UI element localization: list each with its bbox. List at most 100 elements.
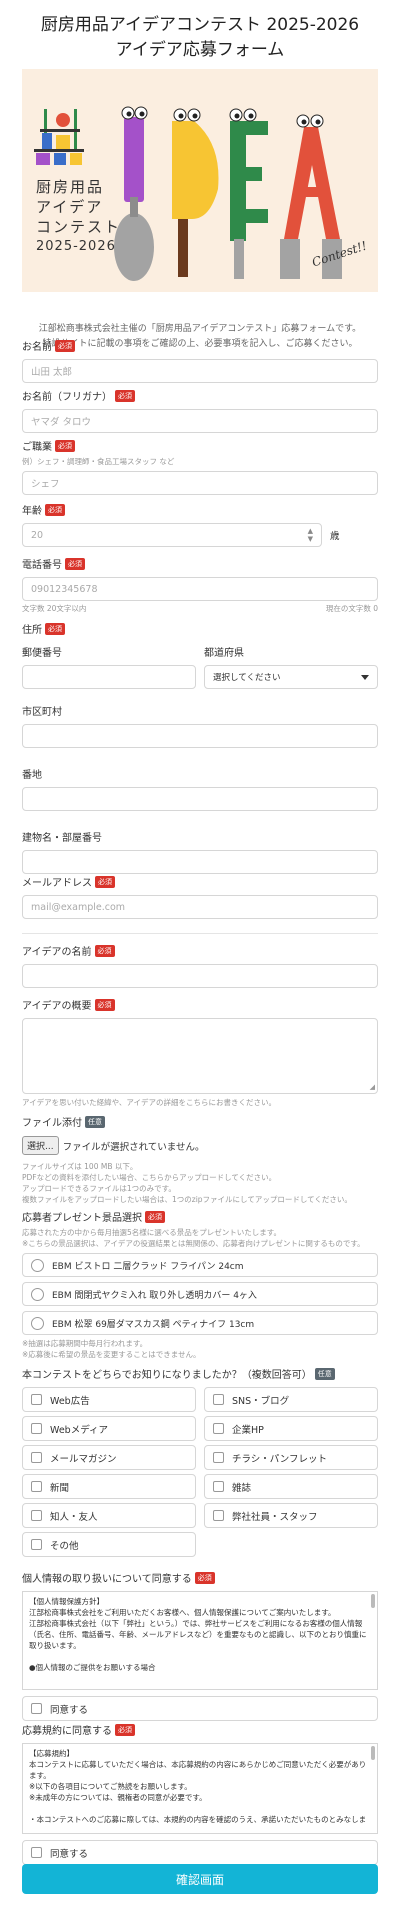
checkbox[interactable] [31, 1394, 42, 1405]
age-input[interactable]: 20 ▲ ▼ [22, 523, 322, 547]
confirm-button[interactable]: 確認画面 [22, 1864, 378, 1894]
source-options: Web広告 SNS・ブログ Webメディア 企業HP メールマガジン チラシ・パ… [22, 1387, 378, 1557]
terms-agree-option[interactable]: 同意する [22, 1840, 378, 1865]
prize-label: 応募者プレゼント景品選択 [22, 1213, 142, 1224]
idea-summary-label: アイデアの概要 [22, 1001, 92, 1012]
required-badge: 必須 [55, 439, 75, 452]
file-select-button[interactable]: 選択... [22, 1136, 59, 1155]
scrollbar[interactable] [371, 1746, 375, 1760]
zip-input[interactable] [22, 665, 196, 689]
name-input[interactable]: 山田 太郎 [22, 359, 378, 383]
checkbox[interactable] [31, 1452, 42, 1463]
checkbox[interactable] [213, 1510, 224, 1521]
phone-hint-limit: 文字数 20文字以内 [22, 604, 87, 613]
radio-button[interactable] [31, 1258, 44, 1272]
source-option[interactable]: Web広告 [22, 1387, 196, 1412]
kana-label: お名前（フリガナ） [22, 392, 112, 403]
terms-label: 応募規約に同意する [22, 1726, 112, 1737]
scrollbar[interactable] [371, 1594, 375, 1608]
privacy-field-group: 個人情報の取り扱いについて同意する 必須 【個人情報保護方針】 江部松商事株式会社… [22, 1570, 378, 1721]
phone-input[interactable]: 09012345678 [22, 577, 378, 601]
file-hint: PDFなどの資料を添付したい場合、こちらからアップロードしてください。 [22, 1173, 277, 1182]
resize-handle-icon[interactable]: ◢ [370, 1083, 375, 1091]
required-badge: 必須 [145, 1210, 165, 1223]
checkbox[interactable] [31, 1423, 42, 1434]
source-option[interactable]: 弊社社員・スタッフ [204, 1503, 378, 1528]
email-label: メールアドレス [22, 878, 92, 889]
prize-hint: 応募された方の中から毎月抽選5名様に選べる景品をプレゼントいたします。 [22, 1228, 282, 1237]
privacy-policy-text[interactable]: 【個人情報保護方針】 江部松商事株式会社をご利用いただくお客様へ、個人情報保護に… [22, 1591, 378, 1690]
idea-name-label: アイデアの名前 [22, 947, 92, 958]
required-badge: 必須 [95, 875, 115, 888]
page-title: 厨房用品アイデアコンテスト 2025-2026 アイデア応募フォーム [22, 0, 378, 63]
required-badge: 必須 [94, 944, 115, 957]
prize-option[interactable]: EBM 松翠 69層ダマスカス鋼 ペティナイフ 13cm [22, 1311, 378, 1335]
divider [22, 933, 378, 934]
checkbox[interactable] [31, 1847, 42, 1858]
privacy-agree-option[interactable]: 同意する [22, 1696, 378, 1721]
source-option[interactable]: チラシ・パンフレット [204, 1445, 378, 1470]
source-option[interactable]: 知人・友人 [22, 1503, 196, 1528]
street-label: 番地 [22, 770, 42, 781]
checkbox[interactable] [213, 1394, 224, 1405]
source-option[interactable]: 新聞 [22, 1474, 196, 1499]
checkbox[interactable] [31, 1510, 42, 1521]
street-input[interactable] [22, 787, 378, 811]
idea-summary-textarea[interactable]: ◢ [22, 1018, 378, 1094]
source-option[interactable]: その他 [22, 1532, 196, 1557]
required-badge: 必須 [65, 557, 85, 570]
checkbox[interactable] [213, 1452, 224, 1463]
required-badge: 必須 [115, 389, 135, 402]
checkbox[interactable] [31, 1703, 42, 1714]
prize-field-group: 応募者プレゼント景品選択 必須 応募された方の中から毎月抽選5名様に選べる景品をプ… [22, 1209, 378, 1360]
page-title-line-2: アイデア応募フォーム [115, 40, 285, 60]
zip-label: 郵便番号 [22, 648, 62, 659]
phone-field-group: 電話番号 必須 09012345678 文字数 20文字以内 現在の文字数 0 [22, 556, 378, 614]
source-option[interactable]: メールマガジン [22, 1445, 196, 1470]
file-label: ファイル添付 [22, 1118, 82, 1129]
checkbox[interactable] [31, 1481, 42, 1492]
job-field-group: ご職業 必須 例）シェフ・調理師・食品工場スタッフ など シェフ [22, 438, 378, 495]
source-option[interactable]: 雑誌 [204, 1474, 378, 1499]
file-hint: アップロードできるファイルは1つのみです。 [22, 1184, 176, 1193]
building-input[interactable] [22, 850, 378, 874]
optional-badge: 任意 [85, 1115, 105, 1128]
source-option[interactable]: 企業HP [204, 1416, 378, 1441]
prize-option[interactable]: EBM ビストロ 二層クラッド フライパン 24cm [22, 1253, 378, 1277]
contest-banner: 厨房用品 アイデア コンテスト 2025-2026 Contest!! [22, 69, 378, 292]
radio-button[interactable] [31, 1316, 44, 1330]
email-input[interactable]: mail@example.com [22, 895, 378, 919]
checkbox[interactable] [213, 1481, 224, 1492]
idea-summary-hint: アイデアを思い付いた経緯や、アイデアの詳細をこちらにお書きください。 [22, 1098, 277, 1107]
terms-field-group: 応募規約に同意する 必須 【応募規約】 本コンテストに応募していただく場合は、本応… [22, 1722, 378, 1865]
pref-selected: 選択してください [213, 673, 281, 683]
idea-name-field-group: アイデアの名前 必須 [22, 943, 378, 988]
required-badge: 必須 [45, 503, 65, 516]
prize-option[interactable]: EBM 間閉式ヤクミ入れ 取り外し透明カバー 4ヶ入 [22, 1282, 378, 1306]
job-input[interactable]: シェフ [22, 471, 378, 495]
city-label: 市区町村 [22, 707, 62, 718]
checkbox[interactable] [213, 1423, 224, 1434]
idea-name-input[interactable] [22, 964, 378, 988]
kitchen-shelf-icon [34, 109, 84, 165]
pref-label: 都道府県 [204, 648, 244, 659]
banner-title: 厨房用品 アイデア コンテスト 2025-2026 [36, 177, 121, 257]
building-label: 建物名・部屋番号 [22, 833, 102, 844]
file-field-group: ファイル添付 任意 選択... ファイルが選択されていません。 ファイルサイズは … [22, 1114, 378, 1205]
source-option[interactable]: SNS・ブログ [204, 1387, 378, 1412]
address-label: 住所 [22, 625, 42, 636]
checkbox[interactable] [31, 1539, 42, 1550]
city-input[interactable] [22, 724, 378, 748]
intro-line: 江部松商事株式会社主催の「厨房用品アイデアコンテスト」応募フォームです。 [38, 324, 362, 334]
prize-note: ※抽選は応募期間中毎月行われます。 [22, 1339, 148, 1348]
stepper-arrows-icon[interactable]: ▲ ▼ [308, 527, 313, 543]
idea-summary-field-group: アイデアの概要 必須 ◢ アイデアを思い付いた経緯や、アイデアの詳細をこちらにお書… [22, 997, 378, 1108]
terms-text[interactable]: 【応募規約】 本コンテストに応募していただく場合は、本応募規約の内容にあらかじめ… [22, 1743, 378, 1834]
banner-line: コンテスト [36, 218, 122, 236]
radio-button[interactable] [31, 1287, 44, 1301]
pref-select[interactable]: 選択してください [204, 665, 378, 689]
source-field-group: 本コンテストをどちらでお知りになりましたか？（複数回答可） 任意 Web広告 SN… [22, 1366, 378, 1557]
source-option[interactable]: Webメディア [22, 1416, 196, 1441]
prize-note: ※応募後に希望の景品を変更することはできません。 [22, 1350, 201, 1359]
kana-input[interactable]: ヤマダ タロウ [22, 409, 378, 433]
